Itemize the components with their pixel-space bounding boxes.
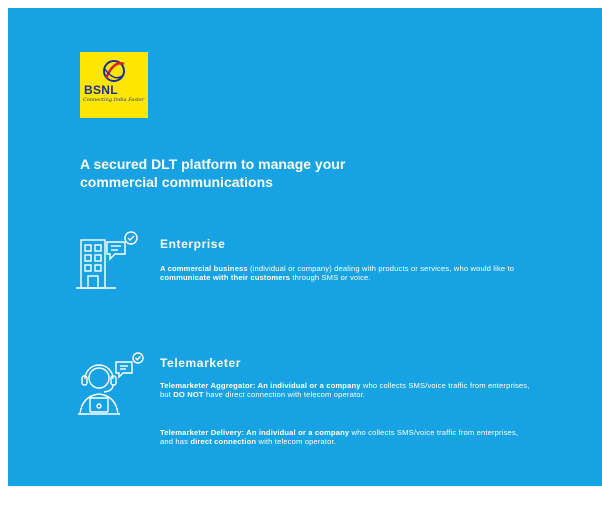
enterprise-bold-mid: communicate with their customers (160, 273, 291, 283)
office-building-chat-icon (76, 231, 138, 289)
aggregator-bold: DO NOT (173, 390, 204, 400)
logo-wordmark: BSNL (84, 83, 118, 97)
telemarketer-title: Telemarketer (160, 356, 242, 370)
enterprise-bold-lead: A commercial business (160, 264, 248, 273)
delivery-label: Telemarketer Delivery: An individual or … (160, 428, 350, 437)
delivery-text-2: with telecom operator. (256, 437, 337, 447)
bsnl-logo: BSNL Connecting India Faster (80, 52, 148, 118)
telemarketer-delivery-description: Telemarketer Delivery: An individual or … (160, 428, 530, 446)
telemarketer-aggregator-description: Telemarketer Aggregator: An individual o… (160, 381, 530, 399)
delivery-bold: direct connection (190, 437, 257, 447)
page-headline: A secured DLT platform to manage your co… (80, 155, 400, 191)
headline-line-2: commercial communications (80, 174, 273, 190)
enterprise-title: Enterprise (160, 237, 226, 251)
headset-agent-chat-icon (78, 352, 144, 415)
logo-tagline: Connecting India Faster (83, 97, 145, 103)
headline-line-1: A secured DLT platform to manage your (80, 156, 346, 172)
enterprise-text-1: (individual or company) dealing with pro… (247, 264, 515, 273)
enterprise-text-2: through SMS or voice. (290, 273, 371, 283)
aggregator-text-2: have direct connection with telecom oper… (203, 390, 366, 400)
enterprise-description: A commercial business (individual or com… (160, 264, 520, 282)
aggregator-label: Telemarketer Aggregator: An individual o… (160, 381, 361, 390)
